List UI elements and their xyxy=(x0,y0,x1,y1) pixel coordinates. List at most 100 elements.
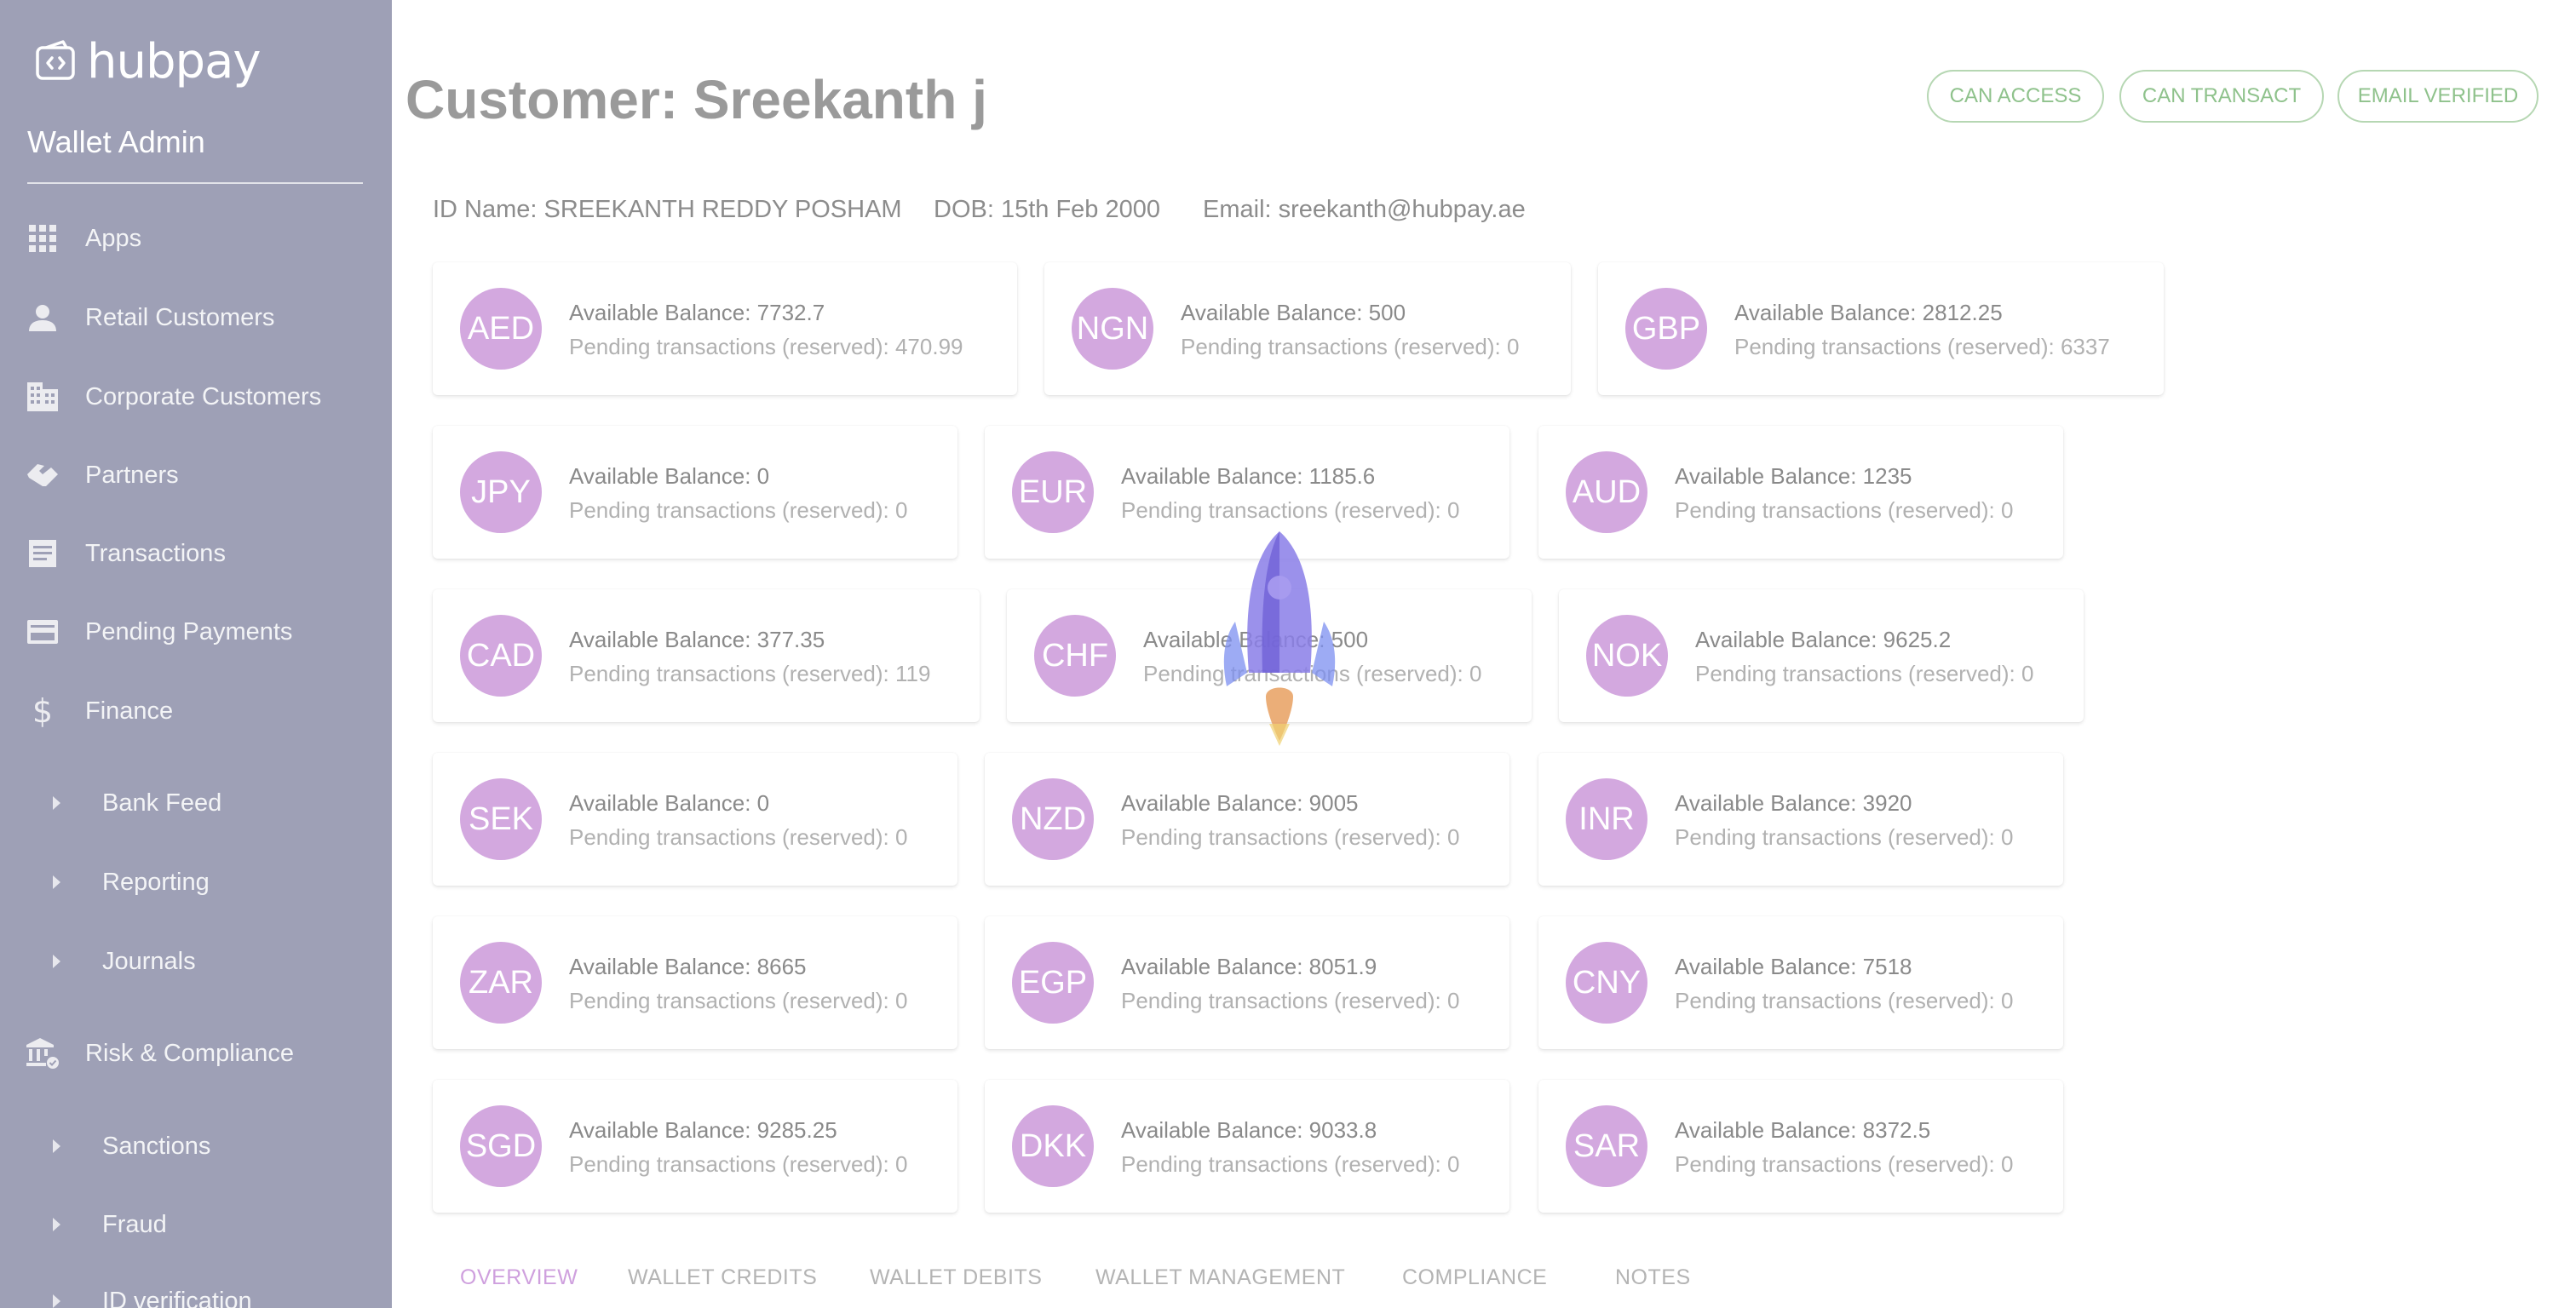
sidebar-item-risk-compliance[interactable]: Risk & Compliance xyxy=(0,1026,392,1081)
tab-compliance[interactable]: COMPLIANCE xyxy=(1402,1265,1547,1290)
sidebar-item-label: Risk & Compliance xyxy=(85,1039,294,1067)
available-balance: Available Balance: 1185.6 xyxy=(1121,463,1376,489)
available-balance: Available Balance: 8372.5 xyxy=(1675,1117,1931,1143)
pending-transactions: Pending transactions (reserved): 0 xyxy=(1181,334,1520,359)
sidebar-item-label: Reporting xyxy=(102,868,210,896)
currency-avatar: NGN xyxy=(1072,288,1153,370)
tab-overview[interactable]: OVERVIEW xyxy=(460,1265,578,1290)
caret-right-icon xyxy=(53,875,60,889)
currency-avatar: CHF xyxy=(1034,615,1116,697)
caret-right-icon xyxy=(53,955,60,968)
currency-avatar: CAD xyxy=(460,615,542,697)
pending-transactions: Pending transactions (reserved): 0 xyxy=(1675,1151,2014,1177)
wallet-card-aud[interactable]: AUD Available Balance: 1235 Pending tran… xyxy=(1538,426,2063,559)
brand-logo[interactable]: hubpay xyxy=(34,31,262,92)
wallet-card-inr[interactable]: INR Available Balance: 3920 Pending tran… xyxy=(1538,753,2063,886)
available-balance: Available Balance: 2812.25 xyxy=(1734,300,2003,325)
wallet-card-sgd[interactable]: SGD Available Balance: 9285.25 Pending t… xyxy=(433,1080,957,1213)
wallet-card-jpy[interactable]: JPY Available Balance: 0 Pending transac… xyxy=(433,426,957,559)
tab-wallet-debits[interactable]: WALLET DEBITS xyxy=(870,1265,1042,1290)
pending-transactions: Pending transactions (reserved): 0 xyxy=(1695,661,2034,686)
pending-transactions: Pending transactions (reserved): 6337 xyxy=(1734,334,2110,359)
pending-transactions: Pending transactions (reserved): 470.99 xyxy=(569,334,963,359)
available-balance: Available Balance: 8665 xyxy=(569,954,807,979)
wallet-card-ngn[interactable]: NGN Available Balance: 500 Pending trans… xyxy=(1044,262,1571,395)
pending-transactions: Pending transactions (reserved): 119 xyxy=(569,661,931,686)
wallet-card-nok[interactable]: NOK Available Balance: 9625.2 Pending tr… xyxy=(1559,589,2084,722)
brand-name: hubpay xyxy=(87,33,262,89)
sidebar-item-sanctions[interactable]: Sanctions xyxy=(0,1119,392,1173)
currency-avatar: NOK xyxy=(1586,615,1668,697)
pending-transactions: Pending transactions (reserved): 0 xyxy=(1121,988,1460,1013)
credit-card-icon xyxy=(26,615,60,649)
pending-transactions: Pending transactions (reserved): 0 xyxy=(1121,1151,1460,1177)
sidebar-item-reporting[interactable]: Reporting xyxy=(0,855,392,909)
sidebar-item-corporate-customers[interactable]: Corporate Customers xyxy=(0,370,392,424)
pending-transactions: Pending transactions (reserved): 0 xyxy=(1121,824,1460,850)
sidebar-item-label: ID verification xyxy=(102,1287,252,1308)
available-balance: Available Balance: 9033.8 xyxy=(1121,1117,1377,1143)
sidebar-item-journals[interactable]: Journals xyxy=(0,934,392,989)
wallet-card-nzd[interactable]: NZD Available Balance: 9005 Pending tran… xyxy=(985,753,1509,886)
wallet-card-cny[interactable]: CNY Available Balance: 7518 Pending tran… xyxy=(1538,916,2063,1049)
sidebar-item-fraud[interactable]: Fraud xyxy=(0,1197,392,1252)
currency-avatar: INR xyxy=(1566,778,1647,860)
pending-transactions: Pending transactions (reserved): 0 xyxy=(1675,497,2014,523)
caret-right-icon xyxy=(53,1294,60,1308)
sidebar-item-label: Sanctions xyxy=(102,1132,211,1160)
sidebar-item-finance[interactable]: $ Finance xyxy=(0,684,392,738)
sidebar-item-retail-customers[interactable]: Retail Customers xyxy=(0,290,392,345)
wallet-card-zar[interactable]: ZAR Available Balance: 8665 Pending tran… xyxy=(433,916,957,1049)
rocket-icon xyxy=(1223,531,1336,746)
caret-right-icon xyxy=(53,796,60,810)
bank-check-icon xyxy=(26,1036,60,1070)
currency-avatar: JPY xyxy=(460,451,542,533)
wallet-card-dkk[interactable]: DKK Available Balance: 9033.8 Pending tr… xyxy=(985,1080,1509,1213)
caret-right-icon xyxy=(53,1139,60,1153)
currency-avatar: SGD xyxy=(460,1105,542,1187)
sidebar-item-label: Journals xyxy=(102,947,196,975)
currency-avatar: AUD xyxy=(1566,451,1647,533)
wallet-card-egp[interactable]: EGP Available Balance: 8051.9 Pending tr… xyxy=(985,916,1509,1049)
available-balance: Available Balance: 0 xyxy=(569,463,770,489)
pending-transactions: Pending transactions (reserved): 0 xyxy=(1121,497,1460,523)
currency-avatar: DKK xyxy=(1012,1105,1094,1187)
building-icon xyxy=(26,380,60,414)
customer-dob: DOB: 15th Feb 2000 xyxy=(934,196,1160,223)
sidebar-item-label: Pending Payments xyxy=(85,617,293,645)
list-icon xyxy=(26,536,60,571)
sidebar-item-label: Apps xyxy=(85,224,142,252)
sidebar-divider xyxy=(27,182,363,184)
currency-avatar: EUR xyxy=(1012,451,1094,533)
sidebar-item-label: Partners xyxy=(85,461,179,489)
currency-avatar: SEK xyxy=(460,778,542,860)
tab-notes[interactable]: NOTES xyxy=(1615,1265,1691,1290)
sidebar-item-partners[interactable]: Partners xyxy=(0,448,392,502)
sidebar-item-label: Retail Customers xyxy=(85,303,275,331)
wallet-card-gbp[interactable]: GBP Available Balance: 2812.25 Pending t… xyxy=(1598,262,2164,395)
available-balance: Available Balance: 9625.2 xyxy=(1695,627,1952,652)
sidebar-title: Wallet Admin xyxy=(27,124,205,159)
sidebar-item-apps[interactable]: Apps xyxy=(0,211,392,266)
available-balance: Available Balance: 9285.25 xyxy=(569,1117,837,1143)
currency-avatar: EGP xyxy=(1012,942,1094,1024)
wallet-card-aed[interactable]: AED Available Balance: 7732.7 Pending tr… xyxy=(433,262,1017,395)
tab-wallet-management[interactable]: WALLET MANAGEMENT xyxy=(1095,1265,1345,1290)
handshake-icon xyxy=(26,458,60,492)
pending-transactions: Pending transactions (reserved): 0 xyxy=(1675,988,2014,1013)
sidebar-item-id-verification[interactable]: ID verification xyxy=(0,1274,392,1308)
pending-transactions: Pending transactions (reserved): 0 xyxy=(569,824,908,850)
sidebar-item-transactions[interactable]: Transactions xyxy=(0,526,392,581)
sidebar-item-pending-payments[interactable]: Pending Payments xyxy=(0,605,392,659)
customer-email: Email: sreekanth@hubpay.ae xyxy=(1203,196,1526,223)
sidebar-item-label: Fraud xyxy=(102,1210,167,1238)
sidebar-item-label: Finance xyxy=(85,697,174,725)
wallet-card-sar[interactable]: SAR Available Balance: 8372.5 Pending tr… xyxy=(1538,1080,2063,1213)
tab-wallet-credits[interactable]: WALLET CREDITS xyxy=(628,1265,817,1290)
sidebar: hubpay Wallet Admin Apps Retail Customer… xyxy=(0,0,392,1308)
hubpay-logo-icon xyxy=(36,40,75,80)
wallet-card-cad[interactable]: CAD Available Balance: 377.35 Pending tr… xyxy=(433,589,980,722)
sidebar-item-bank-feed[interactable]: Bank Feed xyxy=(0,776,392,830)
customer-id-name: ID Name: SREEKANTH REDDY POSHAM xyxy=(433,196,902,223)
wallet-card-sek[interactable]: SEK Available Balance: 0 Pending transac… xyxy=(433,753,957,886)
